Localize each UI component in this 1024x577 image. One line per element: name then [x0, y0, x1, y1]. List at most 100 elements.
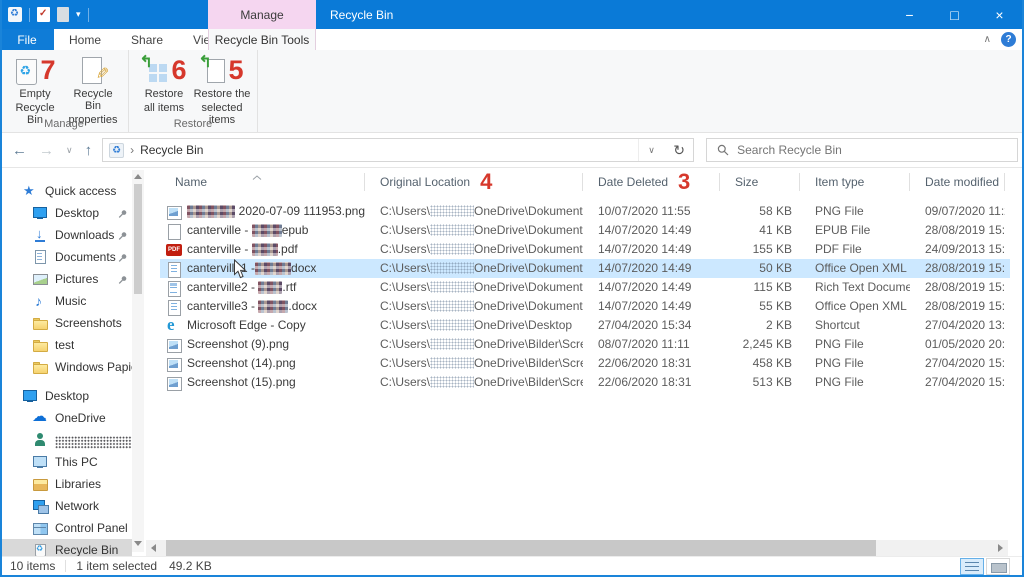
tab-recycle-bin-tools[interactable]: Recycle Bin Tools	[208, 29, 316, 50]
empty-bin-icon[interactable]	[57, 7, 69, 22]
sidebar-item-documents[interactable]: Documents	[0, 246, 132, 268]
recycle-bin-icon[interactable]	[8, 7, 22, 22]
column-header-item-type[interactable]: Item type	[800, 168, 910, 196]
tab-share[interactable]: Share	[116, 29, 178, 50]
sidebar-item-desktop[interactable]: Desktop	[0, 385, 132, 407]
scroll-left-icon[interactable]	[151, 544, 156, 552]
back-icon[interactable]: ←	[12, 142, 27, 159]
sidebar-item-libraries[interactable]: Libraries	[0, 473, 132, 495]
sidebar-item-downloads[interactable]: Downloads	[0, 224, 132, 246]
table-row[interactable]: Screenshot (15).pngC:\Users\OneDrive\Bil…	[160, 373, 1010, 392]
table-row[interactable]: canterville3 - .docxC:\Users\OneDrive\Do…	[160, 297, 1010, 316]
restore-all-items-button[interactable]: 6Restoreall items	[135, 52, 193, 126]
table-row[interactable]: Screenshot (9).pngC:\Users\OneDrive\Bild…	[160, 335, 1010, 354]
network-icon	[32, 498, 49, 514]
scrollbar-thumb[interactable]	[166, 540, 876, 556]
size-cell: 115 KB	[720, 278, 800, 297]
file-name-cell: canterville2 - .rtf	[160, 278, 365, 297]
date-deleted-cell: 22/06/2020 18:31	[583, 354, 720, 373]
breadcrumb-location[interactable]: Recycle Bin	[140, 143, 203, 157]
censored-text	[255, 262, 291, 275]
chevron-down-icon[interactable]: ▾	[76, 9, 81, 20]
search-input[interactable]	[737, 143, 987, 157]
sidebar-item-network[interactable]: Network	[0, 495, 132, 517]
recent-locations-chevron-icon[interactable]: ∨	[66, 145, 73, 156]
refresh-icon[interactable]: ↻	[665, 138, 693, 162]
size-cell: 41 KB	[720, 221, 800, 240]
date-modified-cell: 09/07/2020 11:20	[910, 202, 1005, 221]
original-location-cell: C:\Users\OneDrive\Bilder\Screensh...	[365, 335, 583, 354]
original-location-cell: C:\Users\OneDrive\Desktop	[365, 316, 583, 335]
pin-icon	[118, 230, 128, 244]
breadcrumb[interactable]: › Recycle Bin	[103, 143, 638, 158]
docx-file-icon	[166, 299, 182, 315]
png-file-icon	[166, 204, 182, 220]
date-deleted-cell: 10/07/2020 11:55	[583, 202, 720, 221]
column-header-size[interactable]: Size	[720, 168, 800, 196]
tab-file[interactable]: File	[0, 29, 54, 50]
sidebar-item-onedrive[interactable]: OneDrive	[0, 407, 132, 429]
table-row[interactable]: canterville2 - .rtfC:\Users\OneDrive\Dok…	[160, 278, 1010, 297]
sidebar-item-test[interactable]: test	[0, 334, 132, 356]
file-name-cell: Microsoft Edge - Copy	[160, 316, 365, 335]
help-icon[interactable]: ?	[1001, 32, 1016, 47]
address-dropdown-icon[interactable]: ∨	[638, 139, 664, 161]
properties-icon[interactable]	[37, 7, 50, 22]
png-file-icon	[166, 356, 182, 372]
divider	[65, 560, 66, 572]
tab-home[interactable]: Home	[54, 29, 116, 50]
scroll-up-icon[interactable]	[134, 174, 142, 179]
scrollbar-thumb[interactable]	[134, 184, 142, 294]
sidebar-item-control-panel[interactable]: Control Panel	[0, 517, 132, 539]
file-name-cell: Screenshot (15).png	[160, 373, 365, 392]
monitor-icon	[22, 388, 39, 404]
collapse-ribbon-icon[interactable]: ∧	[984, 34, 991, 45]
item-type-cell: PDF File	[800, 240, 910, 259]
scroll-right-icon[interactable]	[998, 544, 1003, 552]
details-view-button[interactable]	[960, 558, 984, 575]
censored-username	[430, 243, 474, 255]
column-header-name[interactable]: Name	[160, 168, 365, 196]
empty-recycle-bin-button[interactable]: 7EmptyRecycle Bin	[6, 52, 64, 126]
recycle-bin-properties-button[interactable]: Recycle Binproperties	[64, 52, 122, 126]
up-icon[interactable]: ↑	[85, 142, 93, 159]
table-row[interactable]: 2020-07-09 111953.pngC:\Users\OneDrive\D…	[160, 202, 1010, 221]
sidebar-item-pictures[interactable]: Pictures	[0, 268, 132, 290]
column-header-original-location[interactable]: Original Location4	[365, 168, 583, 196]
breadcrumb-chevron-icon[interactable]: ›	[130, 143, 134, 157]
sidebar-item-screenshots[interactable]: Screenshots	[0, 312, 132, 334]
sidebar-scrollbar[interactable]	[132, 170, 144, 552]
sidebar-item-user[interactable]	[0, 429, 132, 451]
ribbon-groups: 7EmptyRecycle BinRecycle BinpropertiesMa…	[0, 50, 1024, 132]
original-location-cell: C:\Users\OneDrive\Bilder\Screensh...	[365, 354, 583, 373]
sidebar-item-windows-papier[interactable]: Windows Papier	[0, 356, 132, 378]
file-name-cell: canterville - .pdf	[160, 240, 365, 259]
horizontal-scrollbar[interactable]	[146, 540, 1008, 556]
date-modified-cell: 28/08/2019 15:40	[910, 221, 1005, 240]
address-bar[interactable]: › Recycle Bin ∨ ↻	[102, 138, 694, 162]
forward-icon[interactable]: →	[39, 142, 54, 159]
sidebar-item-desktop[interactable]: Desktop	[0, 202, 132, 224]
tab-strip: FileHomeShareViewRecycle Bin Tools	[0, 29, 1024, 50]
sidebar-item-music[interactable]: Music	[0, 290, 132, 312]
column-header-date-deleted[interactable]: Date Deleted3	[583, 168, 720, 196]
censored-username	[430, 357, 474, 369]
search-box[interactable]	[706, 138, 1018, 162]
column-header-date-modified[interactable]: Date modified	[910, 168, 1005, 196]
scroll-down-icon[interactable]	[134, 541, 142, 546]
large-icons-view-button[interactable]	[986, 558, 1010, 575]
table-row[interactable]: Microsoft Edge - CopyC:\Users\OneDrive\D…	[160, 316, 1010, 335]
table-row[interactable]: canterville - .pdfC:\Users\OneDrive\Doku…	[160, 240, 1010, 259]
date-deleted-cell: 14/07/2020 14:49	[583, 278, 720, 297]
maximize-button[interactable]: □	[932, 0, 977, 29]
table-row[interactable]: canterville - epubC:\Users\OneDrive\Doku…	[160, 221, 1010, 240]
close-button[interactable]: ×	[977, 0, 1022, 29]
sidebar-item-this-pc[interactable]: This PC	[0, 451, 132, 473]
restore-selected-items-button[interactable]: 5Restore theselected items	[193, 52, 251, 126]
table-row[interactable]: Screenshot (14).pngC:\Users\OneDrive\Bil…	[160, 354, 1010, 373]
annotation-7: 7	[40, 57, 55, 84]
navigation-pane: Quick accessDesktopDownloadsDocumentsPic…	[0, 168, 146, 556]
minimize-button[interactable]: −	[887, 0, 932, 29]
sidebar-item-quick-access[interactable]: Quick access	[0, 180, 132, 202]
table-row[interactable]: canterville1 -docxC:\Users\OneDrive\Doku…	[160, 259, 1010, 278]
